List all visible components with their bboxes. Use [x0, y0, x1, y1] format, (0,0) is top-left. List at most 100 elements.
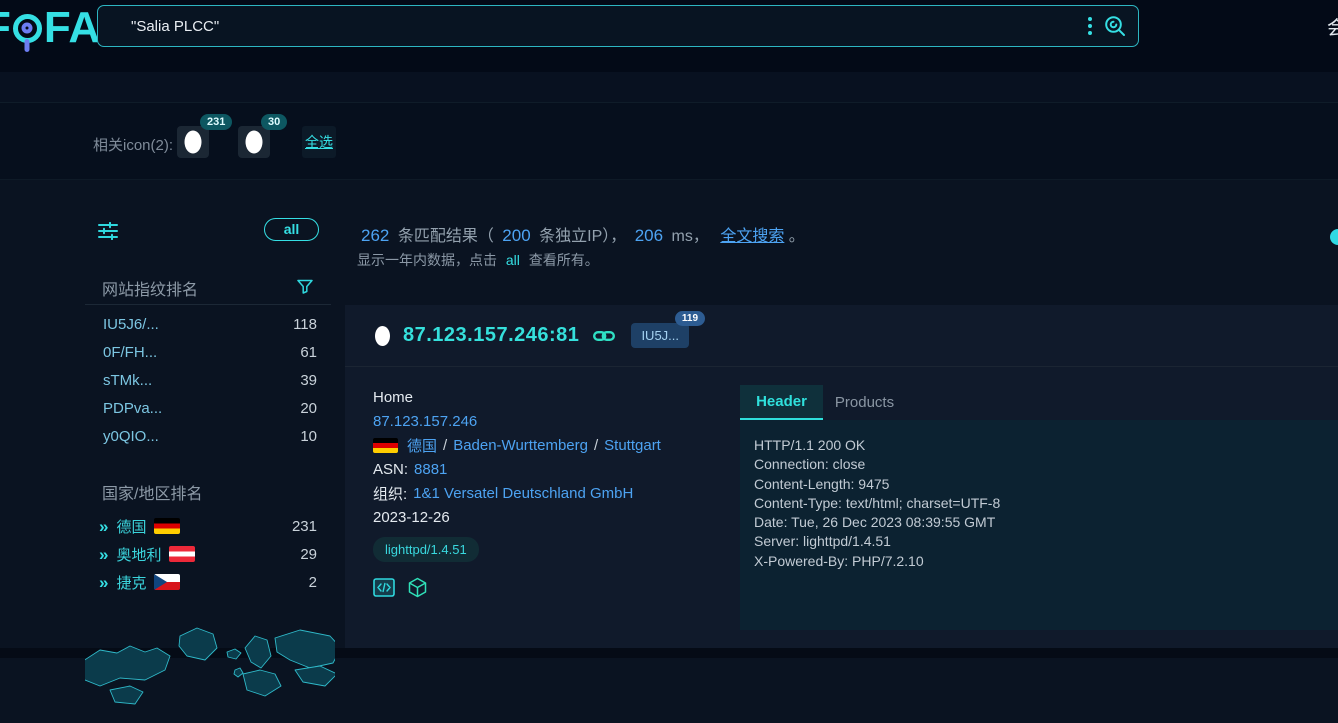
host-info: Home 87.123.157.246 德国 / Baden-Wurttembe…	[373, 385, 723, 529]
favicon-count-badge: 231	[200, 114, 232, 130]
geo-city-link[interactable]: Stuttgart	[604, 437, 661, 454]
fingerprint-link[interactable]: sTMk...	[103, 372, 300, 389]
filter-sliders-icon[interactable]	[98, 222, 118, 240]
products-cube-icon[interactable]	[407, 577, 428, 598]
funnel-filter-icon[interactable]	[297, 279, 313, 294]
favicon-filter-tile-2[interactable]	[238, 126, 270, 158]
server-tag[interactable]: lighttpd/1.4.51	[373, 537, 479, 562]
external-link-icon[interactable]	[593, 329, 615, 343]
geo-country-link[interactable]: 德国	[407, 435, 437, 456]
all-time-button[interactable]: all	[264, 218, 319, 241]
fulltext-search-link[interactable]: 全文搜索	[720, 228, 784, 245]
search-submit-icon[interactable]	[1104, 15, 1126, 37]
germany-flag-icon	[373, 438, 398, 453]
fingerprint-link[interactable]: 0F/FH...	[103, 344, 300, 361]
hint-text: 显示一年内数据，点击	[357, 252, 497, 268]
fingerprint-count: 39	[300, 372, 317, 389]
site-title: Home	[373, 389, 413, 406]
fingerprint-list: IU5J6/... 118 0F/FH... 61 sTMk... 39 PDP…	[85, 310, 331, 450]
logo-magnifier-icon	[13, 14, 42, 43]
fingerprint-link[interactable]: PDPva...	[103, 400, 300, 417]
card-action-icons	[373, 577, 428, 598]
country-link[interactable]: 捷克	[116, 572, 146, 593]
fingerprint-row: sTMk... 39	[85, 366, 331, 394]
divider	[85, 304, 331, 305]
org-label: 组织:	[373, 483, 407, 504]
austria-flag-icon	[169, 546, 195, 562]
http-header-line: Date: Tue, 26 Dec 2023 08:39:55 GMT	[754, 513, 1338, 532]
world-map[interactable]	[85, 608, 335, 718]
country-link[interactable]: 奥地利	[116, 544, 161, 565]
fingerprint-ranking-title: 网站指纹排名	[102, 276, 198, 300]
http-header-line: Content-Type: text/html; charset=UTF-8	[754, 494, 1338, 513]
host-ip-link[interactable]: 87.123.157.246	[373, 413, 477, 430]
country-list: » 德国 231 » 奥地利 29 » 捷克 2	[85, 512, 331, 596]
favicon-count-badge: 30	[261, 114, 287, 130]
summary-text: ms，	[672, 228, 709, 245]
search-input[interactable]	[98, 6, 1138, 46]
http-header-line: X-Powered-By: PHP/7.2.10	[754, 552, 1338, 571]
country-row: » 德国 231	[85, 512, 331, 540]
fingerprint-count: 10	[300, 428, 317, 445]
country-count: 2	[309, 574, 317, 591]
czech-flag-icon	[154, 574, 180, 590]
hint-text: 查看所有。	[529, 252, 599, 268]
logo-letters-fa: FA	[44, 3, 100, 53]
expand-chevrons-icon[interactable]: »	[99, 518, 108, 535]
country-link[interactable]: 德国	[116, 516, 146, 537]
summary-text: 条匹配结果（	[398, 228, 494, 245]
results-main: 262 条匹配结果（ 200 条独立IP）， 206 ms， 全文搜索 。 显示…	[345, 180, 1338, 658]
country-row: » 捷克 2	[85, 568, 331, 596]
fingerprint-row: PDPva... 20	[85, 394, 331, 422]
favicon-icon	[185, 131, 202, 154]
unique-ip-count: 200	[502, 226, 530, 245]
favicon-filter-tile-1[interactable]	[177, 126, 209, 158]
expand-chevrons-icon[interactable]: »	[99, 546, 108, 563]
results-summary: 262 条匹配结果（ 200 条独立IP）， 206 ms， 全文搜索 。	[357, 222, 805, 246]
summary-text: 条独立IP），	[539, 228, 626, 245]
view-source-icon[interactable]	[373, 578, 395, 597]
select-all-button[interactable]: 全选	[302, 126, 336, 158]
asn-label: ASN:	[373, 461, 408, 478]
fingerprint-link[interactable]: IU5J6/...	[103, 316, 293, 333]
tab-products[interactable]: Products	[823, 385, 906, 420]
fingerprint-row: 0F/FH... 61	[85, 338, 331, 366]
http-header-line: Content-Length: 9475	[754, 475, 1338, 494]
sub-header-band	[0, 72, 1338, 103]
http-header-line: HTTP/1.1 200 OK	[754, 436, 1338, 455]
fingerprint-link[interactable]: y0QIO...	[103, 428, 300, 445]
fingerprint-badge[interactable]: IU5J... 119	[631, 323, 689, 348]
expand-chevrons-icon[interactable]: »	[99, 574, 108, 591]
result-card-header: 87.123.157.246:81 IU5J... 119	[345, 305, 1338, 367]
result-card: 87.123.157.246:81 IU5J... 119 Home 87.12…	[345, 305, 1338, 648]
fingerprint-badge-label: IU5J...	[641, 328, 679, 343]
country-ranking-title: 国家/地区排名	[102, 480, 202, 504]
tab-header[interactable]: Header	[740, 385, 823, 420]
germany-flag-icon	[154, 518, 180, 534]
ip-port-link[interactable]: 87.123.157.246:81	[403, 324, 579, 347]
asn-link[interactable]: 8881	[414, 461, 447, 478]
fingerprint-badge-count: 119	[675, 311, 705, 326]
last-update-date: 2023-12-26	[373, 509, 450, 526]
search-box	[97, 5, 1139, 47]
summary-text: 。	[789, 228, 805, 245]
fingerprint-row: IU5J6/... 118	[85, 310, 331, 338]
geo-separator: /	[443, 437, 447, 454]
query-time: 206	[635, 226, 663, 245]
hint-all-highlight: all	[506, 252, 520, 268]
country-row: » 奥地利 29	[85, 540, 331, 568]
country-count: 29	[300, 546, 317, 563]
fofa-logo[interactable]: F FA	[0, 1, 100, 55]
site-favicon-icon	[375, 326, 390, 346]
nav-partial-link[interactable]: 会	[1327, 13, 1338, 40]
http-header-line: Server: lighttpd/1.4.51	[754, 532, 1338, 551]
org-link[interactable]: 1&1 Versatel Deutschland GmbH	[413, 485, 633, 502]
fingerprint-row: y0QIO... 10	[85, 422, 331, 450]
search-options-menu-icon[interactable]	[1086, 15, 1094, 37]
logo-letter-f: F	[0, 3, 11, 53]
country-count: 231	[292, 518, 317, 535]
geo-region-link[interactable]: Baden-Wurttemberg	[453, 437, 588, 454]
results-hint: 显示一年内数据，点击 all 查看所有。	[357, 250, 599, 270]
fingerprint-count: 118	[293, 316, 317, 333]
fingerprint-count: 61	[300, 344, 317, 361]
